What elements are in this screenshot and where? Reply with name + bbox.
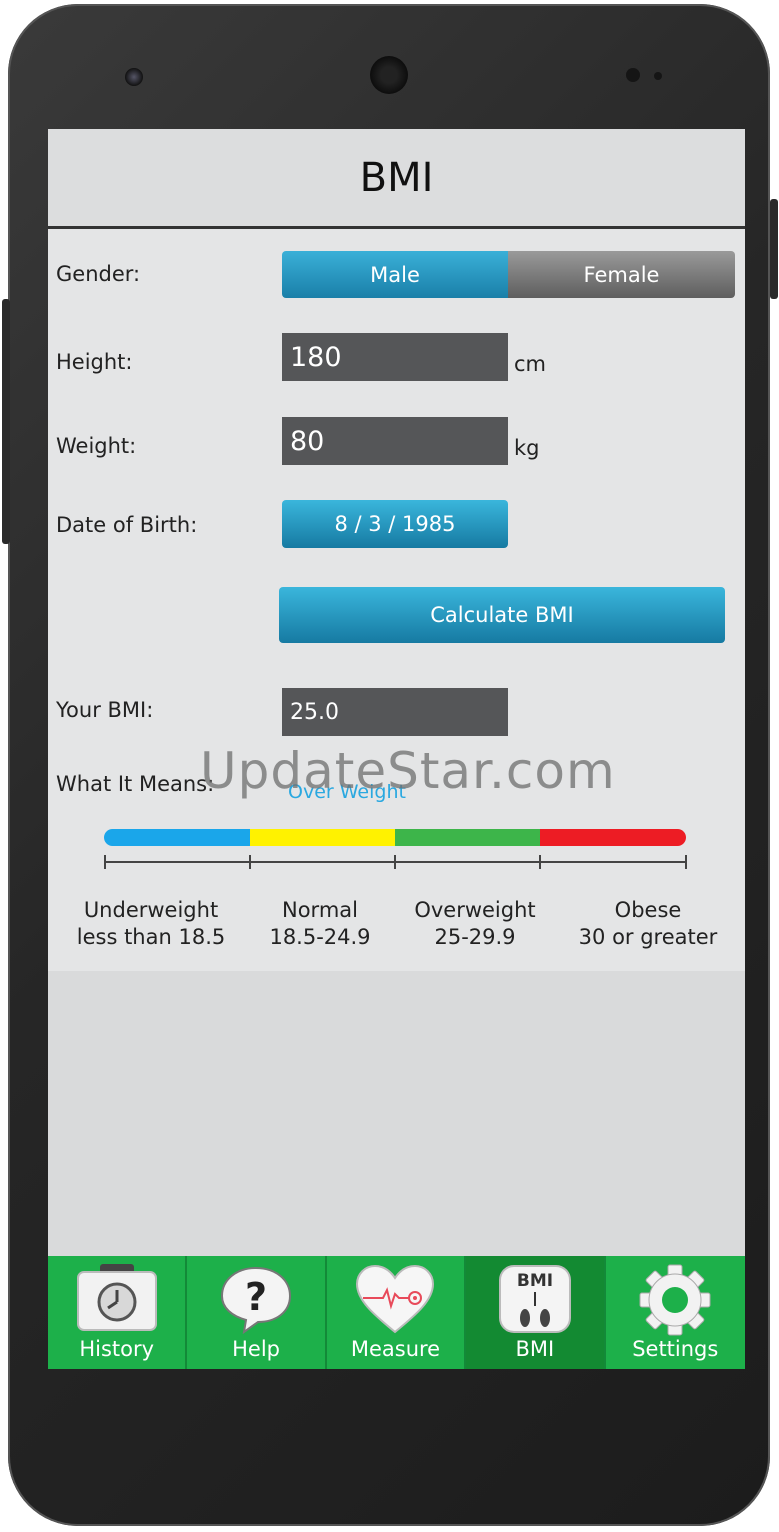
nav-label-bmi: BMI: [515, 1337, 555, 1361]
sensor-small: [654, 72, 662, 80]
watermark: UpdateStar.com: [200, 742, 616, 800]
gear-icon: [639, 1264, 711, 1336]
clock-icon: [76, 1264, 157, 1331]
bmi-form: Gender: Male Female Height: 180 cm Weigh…: [48, 229, 745, 971]
bottom-nav: History ? Help Measure BMI BMI Settings: [48, 1256, 745, 1369]
scale-underweight-name: Underweight: [83, 898, 219, 922]
what-it-means-label: What It Means:: [56, 772, 215, 796]
your-bmi-label: Your BMI:: [56, 698, 154, 722]
gender-female-button[interactable]: Female: [508, 251, 735, 298]
nav-item-settings[interactable]: Settings: [605, 1256, 745, 1369]
scale-overweight-label: Overweight 25-29.9: [400, 897, 550, 951]
gender-label: Gender:: [56, 262, 141, 286]
gender-male-button[interactable]: Male: [282, 251, 508, 298]
scale-overweight-bar: [395, 829, 540, 846]
scale-obese-name: Obese: [614, 898, 682, 922]
dob-picker-button[interactable]: 8 / 3 / 1985: [282, 500, 508, 548]
weight-input[interactable]: 80: [282, 417, 508, 465]
nav-item-bmi[interactable]: BMI BMI: [466, 1256, 606, 1369]
front-camera: [125, 68, 143, 86]
heart-pulse-icon: [356, 1264, 435, 1334]
scale-obese-range: 30 or greater: [578, 925, 718, 949]
nav-label-settings: Settings: [632, 1337, 719, 1361]
nav-item-history[interactable]: History: [48, 1256, 188, 1369]
height-label: Height:: [56, 350, 133, 374]
calculate-bmi-button[interactable]: Calculate BMI: [279, 587, 725, 643]
phone-frame: BMI Gender: Male Female Height: 180 cm W…: [2, 4, 778, 1526]
scale-normal-label: Normal 18.5-24.9: [250, 897, 390, 951]
nav-item-help[interactable]: ? Help: [187, 1256, 327, 1369]
bmi-result-field: 25.0: [282, 688, 508, 736]
scale-obese-label: Obese 30 or greater: [558, 897, 738, 951]
scale-underweight-label: Underweight less than 18.5: [66, 897, 236, 951]
dob-label: Date of Birth:: [56, 513, 198, 537]
scale-overweight-name: Overweight: [414, 898, 536, 922]
scale-normal-bar: [250, 829, 395, 846]
scale-feet-icon: BMI: [498, 1265, 571, 1333]
scale-overweight-range: 25-29.9: [434, 925, 516, 949]
height-input[interactable]: 180: [282, 333, 508, 381]
height-unit: cm: [514, 352, 547, 376]
scale-ruler: [104, 855, 687, 869]
nav-label-measure: Measure: [350, 1337, 441, 1361]
nav-item-measure[interactable]: Measure: [326, 1256, 467, 1369]
scale-obese-bar: [540, 829, 686, 846]
bmi-icon-text: BMI: [517, 1271, 553, 1291]
volume-button: [770, 199, 778, 299]
weight-unit: kg: [514, 436, 540, 460]
sensor: [626, 68, 640, 82]
scale-normal-range: 18.5-24.9: [269, 925, 371, 949]
scale-underweight-range: less than 18.5: [76, 925, 226, 949]
weight-label: Weight:: [56, 434, 137, 458]
power-button: [2, 299, 10, 544]
scale-underweight-bar: [104, 829, 250, 846]
earpiece-speaker: [370, 56, 408, 94]
nav-label-history: History: [79, 1337, 155, 1361]
question-bubble-icon: ?: [221, 1266, 292, 1334]
nav-label-help: Help: [232, 1337, 281, 1361]
svg-text:?: ?: [245, 1275, 267, 1319]
scale-normal-name: Normal: [282, 898, 358, 922]
page-title: BMI: [48, 129, 745, 229]
